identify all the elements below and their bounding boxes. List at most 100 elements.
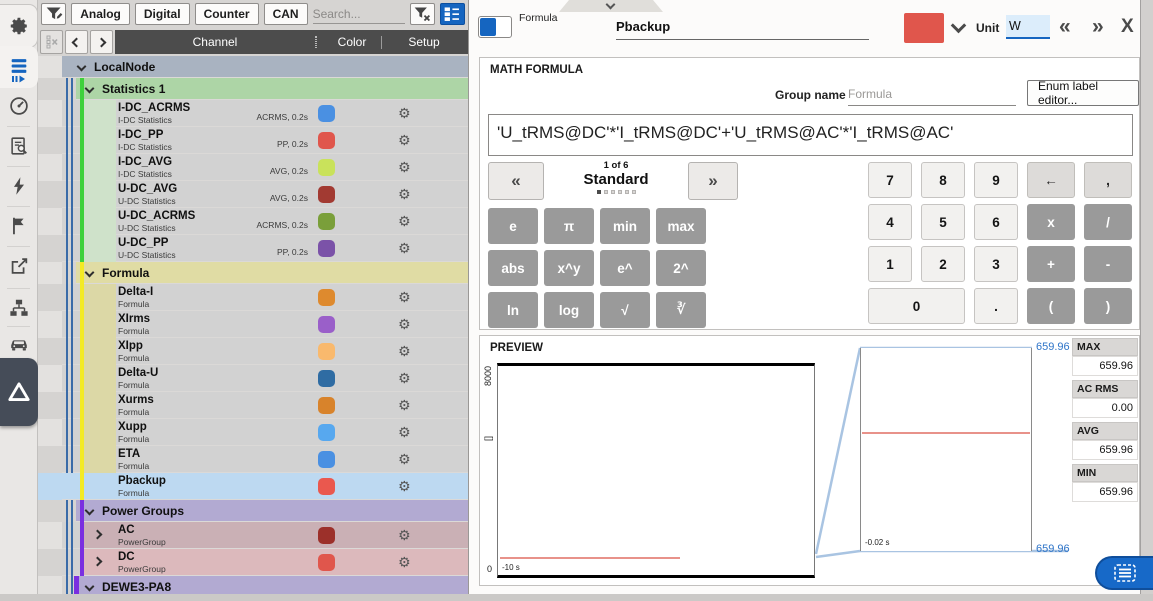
event-flag-icon[interactable] xyxy=(0,210,38,242)
channel-color-swatch[interactable] xyxy=(904,13,944,43)
filter-button-counter[interactable]: Counter xyxy=(195,3,259,25)
channel-setup-gear-icon[interactable]: ⚙ xyxy=(398,158,411,176)
key-abs[interactable]: abs xyxy=(488,250,538,286)
channel-row-u-dc-pp[interactable]: U-DC_PPU-DC StatisticsPP, 0.2s⚙ xyxy=(38,235,468,262)
filter-clear-button[interactable] xyxy=(410,3,435,25)
filter-button-digital[interactable]: Digital xyxy=(135,3,190,25)
keypad-page-prev-button[interactable]: « xyxy=(488,162,544,200)
channel-setup-gear-icon[interactable]: ⚙ xyxy=(398,288,411,306)
nav-forward-button[interactable] xyxy=(90,30,113,54)
close-editor-button[interactable]: X xyxy=(1121,14,1134,40)
formula-expression-input[interactable]: 'U_tRMS@DC'*'I_tRMS@DC'+'U_tRMS@AC'*'I_t… xyxy=(488,114,1133,156)
key-e[interactable]: e xyxy=(488,208,538,244)
channel-setup-gear-icon[interactable]: ⚙ xyxy=(398,131,411,149)
channel-color-swatch[interactable] xyxy=(318,105,335,122)
channel-color-swatch[interactable] xyxy=(318,186,335,203)
channel-setup-gear-icon[interactable]: ⚙ xyxy=(398,104,411,122)
channel-setup-gear-icon[interactable]: ⚙ xyxy=(398,477,411,495)
keypad-page-next-button[interactable]: » xyxy=(688,162,738,200)
key-7[interactable]: 7 xyxy=(868,162,912,198)
channel-name-input[interactable] xyxy=(616,14,869,40)
column-channel[interactable]: Channel xyxy=(115,35,315,49)
key-x^y[interactable]: x^y xyxy=(544,250,594,286)
channel-color-swatch[interactable] xyxy=(318,397,335,414)
channel-setup-gear-icon[interactable]: ⚙ xyxy=(398,553,411,571)
column-color[interactable]: Color xyxy=(323,35,381,49)
channel-color-swatch[interactable] xyxy=(318,213,335,230)
search-input[interactable] xyxy=(313,4,405,24)
hide-columns-button[interactable] xyxy=(40,30,63,54)
channel-row-xurms[interactable]: XurmsFormula⚙ xyxy=(38,392,468,419)
channel-row-i-dc-acrms[interactable]: I-DC_ACRMSI-DC StatisticsACRMS, 0.2s⚙ xyxy=(38,100,468,127)
channel-setup-gear-icon[interactable]: ⚙ xyxy=(398,450,411,468)
channel-color-swatch[interactable] xyxy=(318,343,335,360)
channel-color-swatch[interactable] xyxy=(318,527,335,544)
channel-row-dc[interactable]: DCPowerGroup⚙ xyxy=(38,549,468,576)
vehicle-car-icon[interactable] xyxy=(0,328,38,360)
preview-zoom-chart[interactable]: -0.02 s xyxy=(860,348,1032,551)
key-log[interactable]: log xyxy=(544,292,594,328)
key-max[interactable]: max xyxy=(656,208,706,244)
group-name-input[interactable] xyxy=(848,82,1016,106)
channel-row-xipp[interactable]: XIppFormula⚙ xyxy=(38,338,468,365)
key--[interactable]: - xyxy=(1084,246,1132,282)
channel-color-swatch[interactable] xyxy=(318,554,335,571)
key-←[interactable]: ← xyxy=(1027,162,1075,198)
channel-row-i-dc-pp[interactable]: I-DC_PPI-DC StatisticsPP, 0.2s⚙ xyxy=(38,127,468,154)
key-2[interactable]: 2 xyxy=(921,246,965,282)
channel-color-swatch[interactable] xyxy=(318,424,335,441)
key-min[interactable]: min xyxy=(600,208,650,244)
group-header-dewe3-pa8[interactable]: DEWE3-PA8 xyxy=(38,576,468,594)
channel-tree-view-button[interactable] xyxy=(440,3,465,25)
group-header-localnode[interactable]: LocalNode xyxy=(38,56,468,78)
key-5[interactable]: 5 xyxy=(921,204,965,240)
channel-row-xupp[interactable]: XuppFormula⚙ xyxy=(38,419,468,446)
key-8[interactable]: 8 xyxy=(921,162,965,198)
report-document-icon[interactable] xyxy=(0,130,38,162)
prev-channel-button[interactable]: « xyxy=(1059,14,1071,40)
channel-row-i-dc-avg[interactable]: I-DC_AVGI-DC StatisticsAVG, 0.2s⚙ xyxy=(38,154,468,181)
key-)[interactable]: ) xyxy=(1084,288,1132,324)
channel-setup-gear-icon[interactable]: ⚙ xyxy=(398,369,411,387)
channel-color-swatch[interactable] xyxy=(318,316,335,333)
channel-setup-gear-icon[interactable]: ⚙ xyxy=(398,526,411,544)
key-e^[interactable]: e^ xyxy=(600,250,650,286)
key-,[interactable]: , xyxy=(1084,162,1132,198)
channel-row-eta[interactable]: ETAFormula⚙ xyxy=(38,446,468,473)
channel-row-delta-u[interactable]: Delta-UFormula⚙ xyxy=(38,365,468,392)
column-setup[interactable]: Setup xyxy=(382,35,466,49)
channel-setup-gear-icon[interactable]: ⚙ xyxy=(398,185,411,203)
key-√[interactable]: √ xyxy=(600,292,650,328)
group-header-formula[interactable]: Formula xyxy=(38,262,468,284)
key-ln[interactable]: ln xyxy=(488,292,538,328)
channel-color-swatch[interactable] xyxy=(318,159,335,176)
dewetron-delta-logo[interactable] xyxy=(0,358,38,426)
channel-color-swatch[interactable] xyxy=(318,289,335,306)
key-3[interactable]: 3 xyxy=(974,246,1018,282)
key-([interactable]: ( xyxy=(1027,288,1075,324)
key-∛[interactable]: ∛ xyxy=(656,292,706,328)
channel-color-swatch[interactable] xyxy=(318,132,335,149)
formula-enabled-toggle[interactable] xyxy=(478,16,512,38)
channel-setup-gear-icon[interactable]: ⚙ xyxy=(398,342,411,360)
group-header-power-groups[interactable]: Power Groups xyxy=(38,500,468,522)
enum-label-editor-button[interactable]: Enum label editor... xyxy=(1027,80,1139,106)
key-/[interactable]: / xyxy=(1084,204,1132,240)
channel-row-xirms[interactable]: XIrmsFormula⚙ xyxy=(38,311,468,338)
settings-gear-icon[interactable] xyxy=(0,10,38,42)
channel-row-u-dc-acrms[interactable]: U-DC_ACRMSU-DC StatisticsACRMS, 0.2s⚙ xyxy=(38,208,468,235)
collapse-panel-tab[interactable] xyxy=(559,0,663,12)
measurement-gauge-icon[interactable] xyxy=(0,90,38,122)
preview-overview-chart[interactable]: -10 s xyxy=(497,363,815,578)
channel-setup-gear-icon[interactable]: ⚙ xyxy=(398,396,411,414)
channel-setup-gear-icon[interactable]: ⚙ xyxy=(398,239,411,257)
key-4[interactable]: 4 xyxy=(868,204,912,240)
color-dropdown-chevron-icon[interactable] xyxy=(951,18,967,34)
channel-row-u-dc-avg[interactable]: U-DC_AVGU-DC StatisticsAVG, 0.2s⚙ xyxy=(38,181,468,208)
channel-setup-gear-icon[interactable]: ⚙ xyxy=(398,212,411,230)
column-grip-icon[interactable] xyxy=(315,36,317,48)
channel-setup-gear-icon[interactable]: ⚙ xyxy=(398,423,411,441)
unit-input[interactable] xyxy=(1006,15,1050,39)
trigger-bolt-icon[interactable] xyxy=(0,170,38,202)
channel-row-delta-i[interactable]: Delta-IFormula⚙ xyxy=(38,284,468,311)
